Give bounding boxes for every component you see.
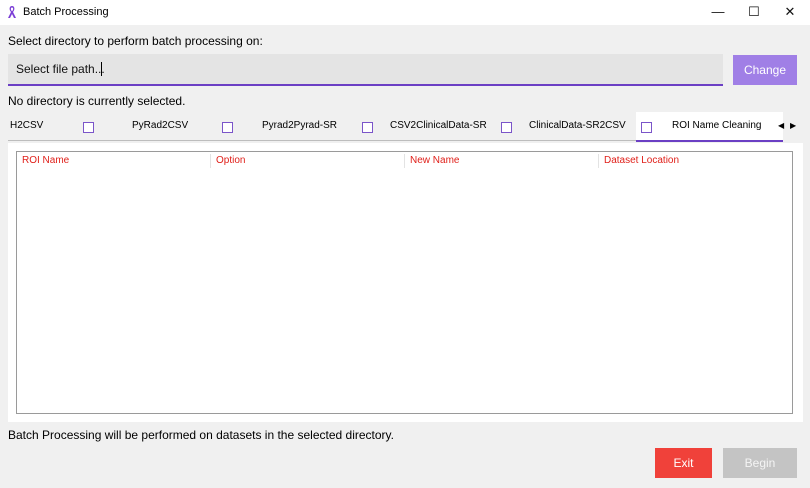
column-separator [598, 154, 599, 168]
column-header-dataset-location[interactable]: Dataset Location [604, 155, 679, 166]
tab-clinicaldata-sr2csv-checkbox[interactable] [641, 122, 652, 133]
column-separator [210, 154, 211, 168]
roi-name-table[interactable]: ROI Name Option New Name Dataset Locatio… [16, 151, 793, 414]
tab-h2csv[interactable]: H2CSV [10, 120, 43, 131]
tab-pyrad2csv-checkbox[interactable] [222, 122, 233, 133]
maximize-button[interactable]: ☐ [734, 0, 774, 25]
directory-status: No directory is currently selected. [8, 94, 186, 108]
tab-pyrad2pyrad-sr[interactable]: Pyrad2Pyrad-SR [262, 120, 337, 131]
exit-button[interactable]: Exit [655, 448, 712, 478]
tab-clinicaldata-sr2csv[interactable]: ClinicalData-SR2CSV [529, 120, 626, 131]
column-header-option[interactable]: Option [216, 155, 245, 166]
begin-button[interactable]: Begin [723, 448, 797, 478]
tab-roi-name-cleaning-label[interactable]: ROI Name Cleaning [672, 120, 761, 131]
minimize-button[interactable]: — [698, 0, 738, 25]
window-title: Batch Processing [23, 6, 109, 18]
tab-pyrad2pyrad-sr-checkbox[interactable] [362, 122, 373, 133]
tab-scroll-right-icon[interactable]: ▶ [790, 121, 796, 130]
close-button[interactable]: ✕ [770, 0, 810, 25]
file-path-input[interactable] [16, 62, 706, 76]
tab-pyrad2csv[interactable]: PyRad2CSV [132, 120, 188, 131]
tab-h2csv-checkbox[interactable] [83, 122, 94, 133]
column-separator [404, 154, 405, 168]
batch-info-text: Batch Processing will be performed on da… [8, 428, 394, 442]
title-bar: Batch Processing — ☐ ✕ [0, 0, 810, 25]
tab-divider [8, 140, 636, 141]
column-header-roi-name[interactable]: ROI Name [22, 155, 69, 166]
column-header-new-name[interactable]: New Name [410, 155, 459, 166]
change-button[interactable]: Change [733, 55, 797, 85]
tab-csv2clinicaldata-sr[interactable]: CSV2ClinicalData-SR [390, 120, 487, 131]
tab-scroll-left-icon[interactable]: ◀ [778, 121, 784, 130]
directory-label: Select directory to perform batch proces… [8, 34, 263, 48]
tab-bar: H2CSV PyRad2CSV Pyrad2Pyrad-SR CSV2Clini… [8, 112, 803, 142]
ribbon-icon [8, 6, 16, 18]
file-path-field[interactable] [8, 54, 723, 86]
tab-content-panel: ROI Name Option New Name Dataset Locatio… [8, 143, 803, 422]
text-cursor [101, 62, 102, 76]
tab-csv2clinicaldata-sr-checkbox[interactable] [501, 122, 512, 133]
